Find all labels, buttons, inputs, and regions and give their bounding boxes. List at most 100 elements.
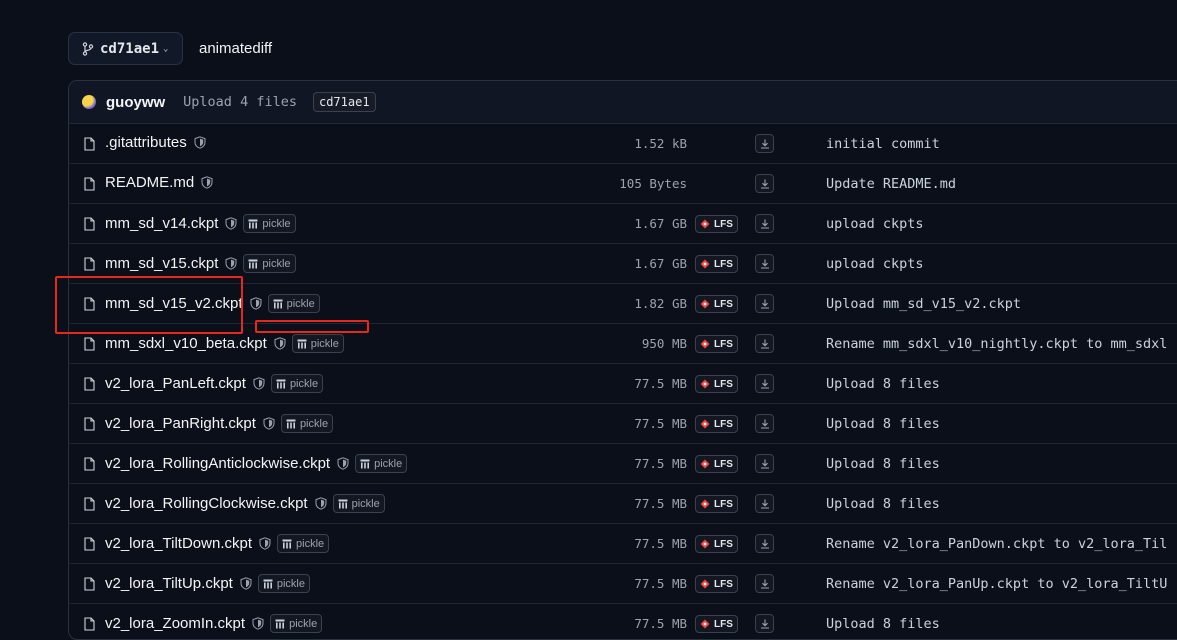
download-button[interactable] bbox=[755, 414, 774, 433]
shield-icon[interactable] bbox=[240, 577, 252, 590]
file-icon bbox=[84, 337, 95, 351]
download-button[interactable] bbox=[755, 334, 774, 353]
file-name-link[interactable]: mm_sdxl_v10_beta.ckpt bbox=[105, 335, 267, 352]
file-name-link[interactable]: .gitattributes bbox=[105, 134, 187, 151]
commit-message-link[interactable]: Rename v2_lora_PanDown.ckpt to v2_lora_T… bbox=[826, 536, 1167, 552]
lfs-icon bbox=[700, 579, 710, 589]
shield-icon[interactable] bbox=[194, 136, 206, 149]
download-icon bbox=[760, 619, 769, 629]
lfs-label: LFS bbox=[714, 218, 733, 230]
pickle-badge[interactable]: pickle bbox=[270, 614, 323, 633]
lfs-badge[interactable]: LFS bbox=[695, 615, 738, 633]
breadcrumb[interactable]: animatediff bbox=[199, 40, 272, 57]
lfs-badge[interactable]: LFS bbox=[695, 255, 738, 273]
file-name-link[interactable]: README.md bbox=[105, 174, 194, 191]
file-name-link[interactable]: mm_sd_v15.ckpt bbox=[105, 255, 218, 272]
file-name-link[interactable]: v2_lora_TiltUp.ckpt bbox=[105, 575, 233, 592]
file-size: 77.5 MB bbox=[634, 456, 687, 471]
commit-message-link[interactable]: Upload 8 files bbox=[826, 456, 940, 472]
commit-message-link[interactable]: Upload mm_sd_v15_v2.ckpt bbox=[826, 296, 1021, 312]
download-button[interactable] bbox=[755, 574, 774, 593]
commit-message-link[interactable]: initial commit bbox=[826, 136, 940, 152]
pickle-label: pickle bbox=[286, 297, 315, 310]
commit-hash-badge[interactable]: cd71ae1 bbox=[312, 92, 376, 112]
pickle-badge[interactable]: pickle bbox=[267, 294, 320, 313]
commit-message-link[interactable]: Rename mm_sdxl_v10_nightly.ckpt to mm_sd… bbox=[826, 336, 1167, 352]
lfs-badge[interactable]: LFS bbox=[695, 215, 738, 233]
download-icon bbox=[760, 259, 769, 269]
pickle-badge[interactable]: pickle bbox=[280, 414, 334, 433]
commit-message-link[interactable]: Upload 8 files bbox=[826, 496, 940, 512]
download-button[interactable] bbox=[755, 214, 774, 233]
file-name-link[interactable]: v2_lora_RollingAnticlockwise.ckpt bbox=[105, 455, 330, 472]
lfs-icon bbox=[700, 619, 710, 629]
lfs-badge[interactable]: LFS bbox=[695, 375, 738, 393]
download-icon bbox=[760, 499, 769, 509]
lfs-badge[interactable]: LFS bbox=[695, 335, 738, 353]
shield-icon[interactable] bbox=[250, 297, 262, 310]
download-button[interactable] bbox=[755, 254, 774, 273]
commit-message-link[interactable]: upload ckpts bbox=[826, 256, 924, 272]
pickle-badge[interactable]: pickle bbox=[277, 534, 330, 553]
file-name-link[interactable]: v2_lora_TiltDown.ckpt bbox=[105, 535, 252, 552]
shield-icon[interactable] bbox=[274, 337, 286, 350]
download-button[interactable] bbox=[755, 614, 774, 633]
download-icon bbox=[760, 219, 769, 229]
commit-message-link[interactable]: Upload 8 files bbox=[826, 416, 940, 432]
lfs-badge[interactable]: LFS bbox=[695, 415, 738, 433]
lfs-badge[interactable]: LFS bbox=[695, 295, 738, 313]
lfs-label: LFS bbox=[714, 498, 733, 510]
download-button[interactable] bbox=[755, 294, 774, 313]
commit-message-link[interactable]: Upload 8 files bbox=[826, 376, 940, 392]
commit-message-link[interactable]: Rename v2_lora_PanUp.ckpt to v2_lora_Til… bbox=[826, 576, 1167, 592]
pickle-badge[interactable]: pickle bbox=[355, 454, 408, 473]
download-icon bbox=[760, 339, 769, 349]
pickle-badge[interactable]: pickle bbox=[291, 334, 344, 353]
shield-icon[interactable] bbox=[201, 176, 213, 189]
file-name-link[interactable]: v2_lora_ZoomIn.ckpt bbox=[105, 615, 245, 632]
commit-author[interactable]: guoyww bbox=[106, 94, 165, 111]
shield-icon[interactable] bbox=[259, 537, 271, 550]
commit-message-link[interactable]: Update README.md bbox=[826, 176, 956, 192]
file-name-link[interactable]: mm_sd_v14.ckpt bbox=[105, 215, 218, 232]
download-icon bbox=[760, 459, 769, 469]
lfs-icon bbox=[700, 339, 710, 349]
file-size: 77.5 MB bbox=[634, 376, 687, 391]
commit-message-link[interactable]: upload ckpts bbox=[826, 216, 924, 232]
lfs-badge[interactable]: LFS bbox=[695, 495, 738, 513]
avatar[interactable] bbox=[82, 95, 96, 109]
pickle-icon bbox=[286, 419, 296, 428]
file-name-link[interactable]: v2_lora_PanLeft.ckpt bbox=[105, 375, 246, 392]
download-icon bbox=[760, 419, 769, 429]
shield-icon[interactable] bbox=[225, 217, 237, 230]
pickle-badge[interactable]: pickle bbox=[243, 214, 296, 233]
lfs-badge[interactable]: LFS bbox=[695, 575, 738, 593]
shield-icon[interactable] bbox=[225, 257, 237, 270]
shield-icon[interactable] bbox=[263, 417, 275, 430]
download-button[interactable] bbox=[755, 134, 774, 153]
lfs-badge[interactable]: LFS bbox=[695, 535, 738, 553]
file-size: 105 Bytes bbox=[619, 176, 687, 191]
lfs-badge[interactable]: LFS bbox=[695, 455, 738, 473]
pickle-badge[interactable]: pickle bbox=[332, 494, 385, 513]
shield-icon[interactable] bbox=[252, 617, 264, 630]
download-button[interactable] bbox=[755, 174, 774, 193]
pickle-badge[interactable]: pickle bbox=[270, 374, 324, 393]
lfs-label: LFS bbox=[714, 378, 733, 390]
pickle-badge[interactable]: pickle bbox=[257, 574, 310, 593]
download-button[interactable] bbox=[755, 374, 774, 393]
lfs-label: LFS bbox=[714, 298, 733, 310]
file-name-link[interactable]: v2_lora_RollingClockwise.ckpt bbox=[105, 495, 308, 512]
commit-message[interactable]: Upload 4 files bbox=[183, 94, 297, 110]
file-name-link[interactable]: v2_lora_PanRight.ckpt bbox=[105, 415, 256, 432]
shield-icon[interactable] bbox=[253, 377, 265, 390]
file-row: v2_lora_RollingClockwise.ckpt pickle 77.… bbox=[69, 484, 1177, 524]
file-icon bbox=[84, 417, 95, 431]
shield-icon[interactable] bbox=[315, 497, 327, 510]
shield-icon[interactable] bbox=[337, 457, 349, 470]
branch-selector-button[interactable]: cd71ae1 ⌄ bbox=[68, 32, 183, 65]
download-button[interactable] bbox=[755, 494, 774, 513]
pickle-badge[interactable]: pickle bbox=[243, 254, 296, 273]
download-button[interactable] bbox=[755, 534, 774, 553]
download-button[interactable] bbox=[755, 454, 774, 473]
